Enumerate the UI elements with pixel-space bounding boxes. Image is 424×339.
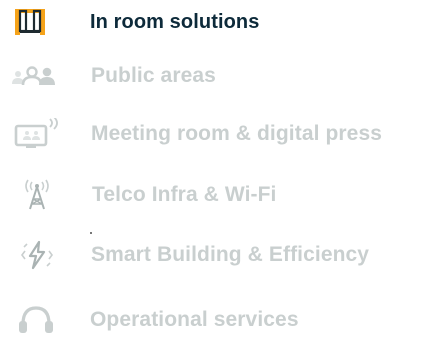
menu-item-label: Telco Infra & Wi-Fi — [92, 183, 277, 206]
menu-item-in-room-solutions[interactable]: In room solutions — [0, 0, 424, 47]
menu-item-label: In room solutions — [90, 11, 260, 33]
menu-item-operational-services[interactable]: Operational services — [0, 295, 424, 339]
headset-icon — [10, 295, 62, 339]
menu-item-telco-infra[interactable]: Telco Infra & Wi-Fi — [0, 170, 424, 220]
lightning-energy-icon — [14, 230, 60, 280]
menu-item-smart-building[interactable]: Smart Building & Efficiency — [0, 230, 424, 280]
antenna-tower-icon — [14, 170, 60, 220]
people-group-icon — [8, 51, 60, 101]
menu-item-label: Smart Building & Efficiency — [91, 243, 370, 266]
menu-item-meeting-room[interactable]: Meeting room & digital press — [0, 109, 424, 159]
solutions-menu: In room solutions Public areas Meeting r… — [0, 0, 424, 339]
stray-dot — [90, 232, 92, 234]
menu-item-label: Meeting room & digital press — [91, 122, 383, 145]
menu-item-public-areas[interactable]: Public areas — [0, 51, 424, 101]
menu-item-label: Operational services — [90, 308, 299, 331]
room-door-icon — [8, 0, 52, 47]
monitor-wifi-icon — [10, 109, 66, 159]
menu-item-label: Public areas — [91, 64, 216, 87]
